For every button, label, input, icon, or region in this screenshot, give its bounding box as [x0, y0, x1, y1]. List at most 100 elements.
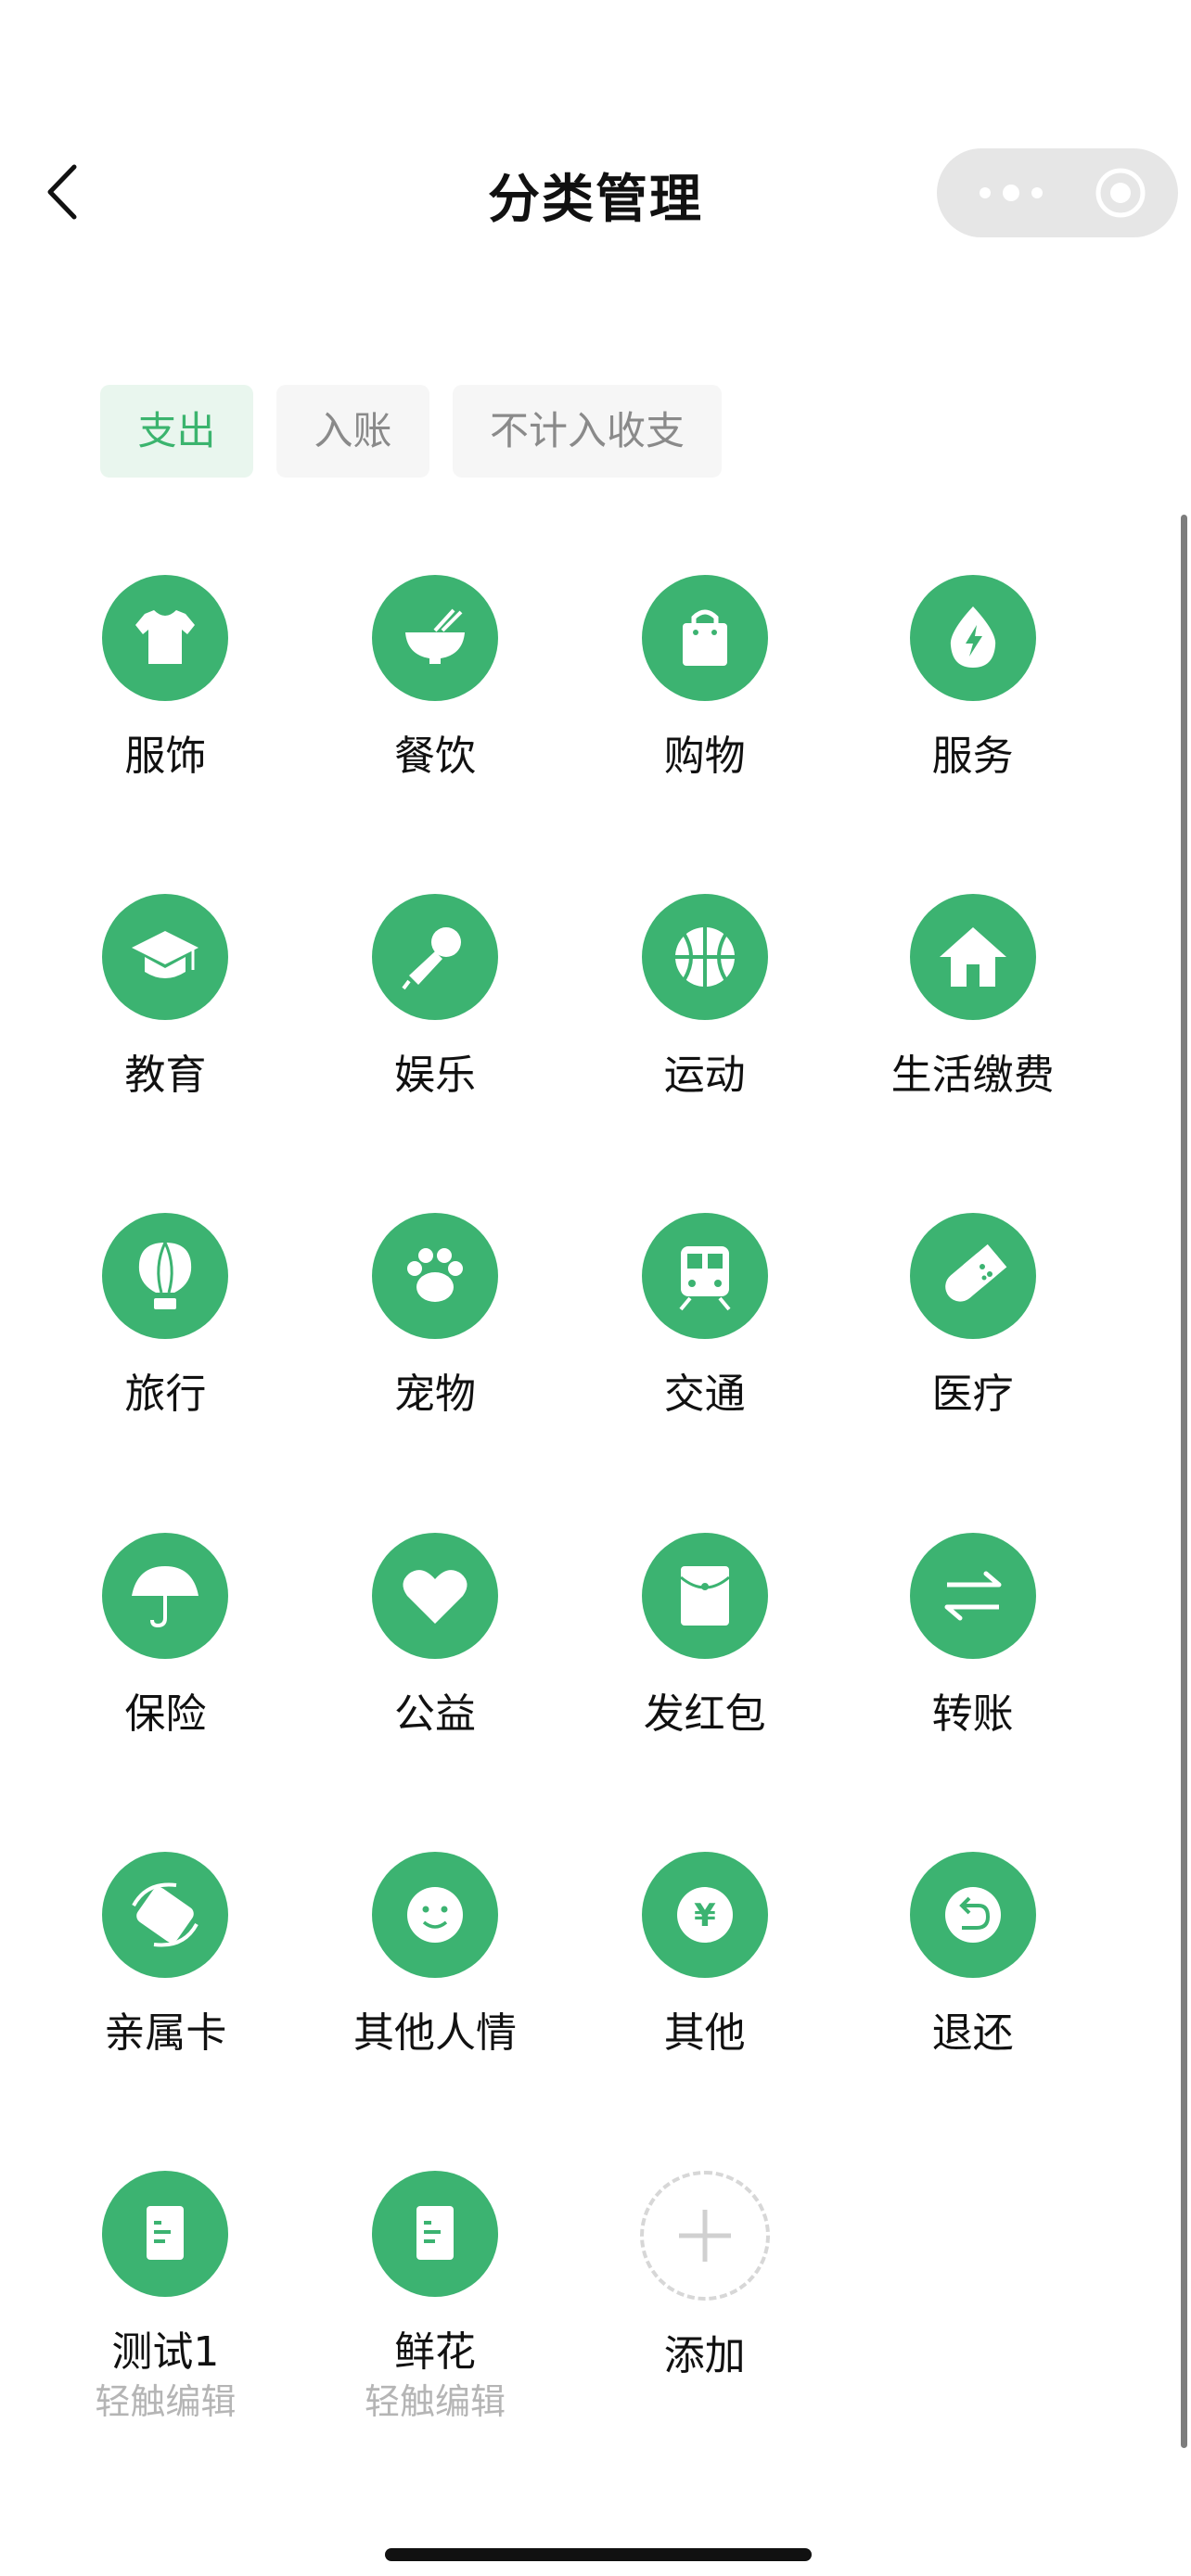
category-item[interactable]: 医疗	[862, 1213, 1084, 1422]
category-item[interactable]: 服务	[862, 575, 1084, 784]
category-icon-circle	[102, 575, 229, 701]
category-icon-circle	[909, 1532, 1036, 1659]
category-icon-circle	[641, 894, 768, 1021]
more-dots-icon[interactable]	[974, 176, 1048, 210]
category-item[interactable]: 转账	[862, 1532, 1084, 1742]
category-label: 其他	[663, 2009, 746, 2057]
add-category-button[interactable]: 添加	[594, 2170, 816, 2384]
home-indicator	[385, 2548, 812, 2561]
tab-income[interactable]: 入账	[276, 385, 429, 478]
category-label: 公益	[394, 1690, 477, 1738]
category-icon-circle	[102, 2170, 229, 2297]
tap-to-edit-hint: 轻触编辑	[95, 2380, 237, 2422]
category-label: 医疗	[931, 1371, 1014, 1419]
pill-icon	[944, 1244, 1006, 1302]
category-item[interactable]: ¥ 其他	[594, 1851, 816, 2061]
add-circle[interactable]	[639, 2170, 770, 2301]
category-icon-circle: ¥	[641, 1851, 768, 1978]
transfer-arrows-icon	[944, 1571, 1002, 1621]
family-card-icon	[132, 1882, 199, 1947]
category-icon-circle	[909, 1213, 1036, 1340]
category-item[interactable]: 购物	[594, 575, 816, 784]
category-label: 退还	[931, 2009, 1014, 2057]
category-icon-circle	[372, 1851, 499, 1978]
graduation-cap-icon	[132, 931, 199, 979]
category-item[interactable]: 教育	[54, 894, 276, 1103]
category-icon-circle	[372, 894, 499, 1021]
category-item[interactable]: 娱乐	[324, 894, 546, 1103]
service-drop-icon	[950, 606, 995, 668]
heart-icon	[403, 1569, 467, 1624]
category-icon-circle	[372, 2170, 499, 2297]
category-icon-circle	[372, 1532, 499, 1659]
close-target-icon[interactable]	[1095, 167, 1146, 219]
note-icon	[416, 2205, 455, 2260]
category-label: 旅行	[124, 1371, 207, 1419]
basketball-icon	[674, 927, 735, 988]
category-label: 宠物	[394, 1371, 477, 1419]
category-item[interactable]: 鲜花 轻触编辑	[324, 2170, 546, 2423]
paw-icon	[407, 1248, 464, 1303]
tab-not-counted[interactable]: 不计入收支	[453, 385, 722, 478]
category-label: 生活缴费	[890, 1052, 1055, 1100]
category-item[interactable]: 公益	[324, 1532, 546, 1742]
category-icon-circle	[909, 894, 1036, 1021]
plus-icon	[678, 2209, 731, 2262]
category-item[interactable]: 亲属卡	[54, 1851, 276, 2061]
category-label: 转账	[931, 1690, 1014, 1738]
category-icon-circle	[641, 575, 768, 701]
house-icon	[939, 927, 1006, 988]
category-label: 餐饮	[394, 733, 477, 780]
note-icon	[147, 2205, 185, 2260]
category-item[interactable]: 餐饮	[324, 575, 546, 784]
category-label: 交通	[663, 1371, 746, 1419]
hot-air-balloon-icon	[139, 1242, 192, 1310]
category-item[interactable]: 保险	[54, 1532, 276, 1742]
category-label: 服务	[931, 733, 1014, 780]
category-label: 鲜花	[394, 2327, 477, 2376]
category-icon-circle	[102, 894, 229, 1021]
scrollbar[interactable]	[1181, 515, 1187, 2448]
category-label: 服饰	[124, 733, 207, 780]
category-item[interactable]: 生活缴费	[862, 894, 1084, 1103]
train-icon	[679, 1246, 731, 1311]
umbrella-icon	[132, 1565, 199, 1627]
category-label: 购物	[663, 733, 746, 780]
tab-expense[interactable]: 支出	[100, 385, 253, 478]
microphone-icon	[402, 927, 462, 990]
shirt-icon	[135, 610, 196, 664]
category-icon-circle	[372, 1213, 499, 1340]
category-item[interactable]: 其他人情	[324, 1851, 546, 2061]
mini-program-capsule	[937, 148, 1178, 237]
red-envelope-icon	[679, 1565, 730, 1626]
category-icon-circle	[909, 575, 1036, 701]
category-label: 添加	[663, 2331, 746, 2379]
category-label: 娱乐	[394, 1052, 477, 1100]
category-label: 亲属卡	[104, 2009, 227, 2057]
category-item[interactable]: 退还	[862, 1851, 1084, 2061]
category-icon-circle	[102, 1851, 229, 1978]
category-label: 教育	[124, 1052, 207, 1100]
category-item[interactable]: 宠物	[324, 1213, 546, 1422]
category-item[interactable]: 服饰	[54, 575, 276, 784]
smiley-icon	[407, 1886, 464, 1943]
category-item[interactable]: 运动	[594, 894, 816, 1103]
category-icon-circle	[102, 1213, 229, 1340]
category-label: 发红包	[643, 1690, 766, 1738]
category-icon-circle	[641, 1532, 768, 1659]
category-icon-circle	[372, 575, 499, 701]
category-label: 运动	[663, 1052, 746, 1100]
category-label: 保险	[124, 1690, 207, 1738]
category-item[interactable]: 旅行	[54, 1213, 276, 1422]
category-item[interactable]: 发红包	[594, 1532, 816, 1742]
category-item[interactable]: 测试1 轻触编辑	[54, 2170, 276, 2423]
bowl-icon	[405, 608, 466, 664]
category-icon-circle	[641, 1213, 768, 1340]
category-item[interactable]: 交通	[594, 1213, 816, 1422]
category-label: 其他人情	[353, 2009, 518, 2057]
svg-text:¥: ¥	[694, 1897, 716, 1934]
category-icon-circle	[909, 1851, 1036, 1978]
yen-icon: ¥	[676, 1886, 733, 1943]
tap-to-edit-hint: 轻触编辑	[365, 2380, 506, 2422]
category-icon-circle	[102, 1532, 229, 1659]
